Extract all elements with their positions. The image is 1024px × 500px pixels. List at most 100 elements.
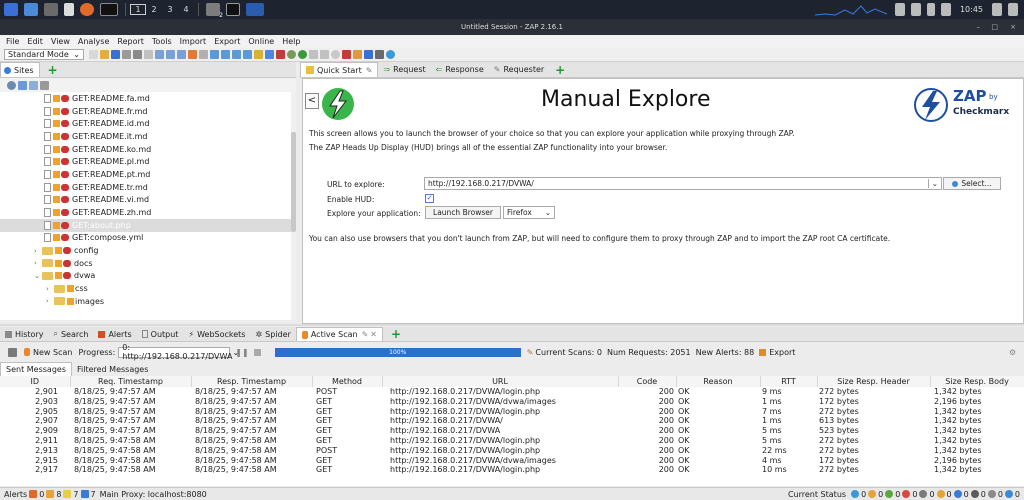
tab-active-scan[interactable]: Active Scan ✎ ✕ (295, 327, 383, 341)
table-row[interactable]: 2,911 8/18/25, 9:47:58 AM 8/18/25, 9:47:58… (0, 436, 1024, 446)
add-tab-icon[interactable]: + (555, 63, 565, 77)
tree-request[interactable]: GET:compose.yml (0, 232, 296, 245)
layout-5-icon[interactable] (221, 50, 230, 59)
files-icon[interactable] (44, 3, 58, 16)
table-row[interactable]: 2,915 8/18/25, 9:47:58 AM 8/18/25, 9:47:58… (0, 456, 1024, 466)
continue-icon[interactable] (320, 50, 329, 59)
maximize-icon[interactable]: □ (991, 19, 998, 35)
breakpoint-icon[interactable] (342, 50, 351, 59)
menu-export[interactable]: Export (214, 37, 240, 46)
tree-request[interactable]: GET:README.id.md (0, 117, 296, 130)
context-icon[interactable] (265, 50, 274, 59)
close-icon[interactable]: × (1010, 19, 1016, 35)
layout-6-icon[interactable] (232, 50, 241, 59)
notification-bell-icon[interactable] (926, 3, 935, 16)
chevron-down-icon[interactable]: ⌄ (927, 179, 941, 188)
gear-icon[interactable]: ⚙ (1009, 348, 1016, 357)
column-header[interactable]: RTT (760, 376, 818, 387)
mode-select[interactable]: Standard Mode ⌄ (4, 49, 84, 60)
layout-2-icon[interactable] (166, 50, 175, 59)
menu-tools[interactable]: Tools (152, 37, 172, 46)
zap-window-task-icon[interactable] (246, 3, 264, 16)
menu-report[interactable]: Report (117, 37, 144, 46)
tab-sent-messages[interactable]: Sent Messages (0, 362, 72, 376)
scan-list-icon[interactable] (8, 347, 17, 357)
desktop-icon[interactable] (24, 3, 38, 16)
pause-icon[interactable]: ❚❚ (235, 348, 248, 357)
tab-spider[interactable]: ✲ Spider (250, 327, 295, 341)
column-header[interactable]: Resp. Timestamp (191, 376, 313, 387)
scan-policy-icon[interactable] (254, 50, 263, 59)
menu-view[interactable]: View (51, 37, 70, 46)
tab-search[interactable]: ⌕ Search (48, 327, 93, 341)
tab-response[interactable]: ⇐ Response (431, 62, 489, 77)
table-row[interactable]: 2,903 8/18/25, 9:47:57 AM 8/18/25, 9:47:57… (0, 397, 1024, 407)
export-button[interactable]: Export (759, 348, 795, 357)
workspace-1[interactable]: 1 (130, 4, 146, 15)
tree-folder[interactable]: › css (0, 282, 296, 295)
workspace-2[interactable]: 2 (146, 5, 162, 14)
tab-requester[interactable]: ✎ Requester (489, 62, 549, 77)
help-icon[interactable] (386, 50, 395, 59)
column-header[interactable]: URL (382, 376, 619, 387)
stop-icon[interactable] (253, 348, 261, 356)
filter-icon[interactable] (40, 80, 49, 90)
sites-scroll-thumb[interactable] (291, 132, 296, 232)
terminal-task-icon[interactable] (226, 3, 240, 16)
table-row[interactable]: 2,907 8/18/25, 9:47:57 AM 8/18/25, 9:47:57… (0, 416, 1024, 426)
layout-4-icon[interactable] (210, 50, 219, 59)
menu-help[interactable]: Help (282, 37, 300, 46)
spider-icon[interactable] (276, 50, 285, 59)
column-header[interactable]: ID (0, 376, 71, 387)
hud-icon[interactable] (364, 50, 373, 59)
menu-file[interactable]: File (6, 37, 19, 46)
globe-icon[interactable] (287, 50, 296, 59)
column-header[interactable]: Size Resp. Header (817, 376, 931, 387)
chevron-right-icon[interactable]: › (46, 285, 54, 293)
open-session-icon[interactable] (100, 50, 109, 59)
tree-request[interactable]: GET:README.it.md (0, 130, 296, 143)
kali-menu-icon[interactable] (4, 3, 18, 16)
document-icon[interactable] (64, 3, 74, 16)
tree-folder[interactable]: › docs (0, 257, 296, 270)
workspace-3[interactable]: 3 (162, 5, 178, 14)
launch-browser-button[interactable]: Launch Browser (425, 206, 501, 219)
options-icon[interactable] (144, 50, 153, 59)
tree-request[interactable]: GET:about.php (0, 218, 296, 232)
tree-request[interactable]: GET:README.zh.md (0, 206, 296, 219)
firefox-icon[interactable] (80, 3, 94, 16)
column-header[interactable]: Code (618, 376, 677, 387)
url-input[interactable]: http://192.168.0.217/DVWA/⌄ (424, 177, 942, 190)
tree-folder[interactable]: › images (0, 295, 296, 308)
tree-request[interactable]: GET:README.pt.md (0, 168, 296, 181)
display-icon[interactable] (894, 3, 905, 16)
snapshot-icon[interactable] (122, 50, 131, 59)
table-row[interactable]: 2,917 8/18/25, 9:47:58 AM 8/18/25, 9:47:58… (0, 465, 1024, 475)
add-tab-icon[interactable]: + (48, 63, 58, 77)
minimize-icon[interactable]: – (977, 19, 981, 35)
back-button[interactable]: < (305, 93, 319, 109)
terminal-icon[interactable] (100, 3, 118, 16)
select-url-button[interactable]: Select... (943, 177, 1001, 190)
tab-websockets[interactable]: ⚡ WebSockets (183, 327, 250, 341)
power-icon[interactable] (1008, 3, 1018, 16)
fuzzer-icon[interactable] (375, 50, 384, 59)
table-row[interactable]: 2,909 8/18/25, 9:47:57 AM 8/18/25, 9:47:57… (0, 426, 1024, 436)
tab-alerts[interactable]: Alerts (93, 327, 136, 341)
expand-sites-icon[interactable] (199, 50, 208, 59)
battery-icon[interactable] (940, 3, 951, 16)
tree-folder[interactable]: › config (0, 244, 296, 257)
break-on-requests-icon[interactable] (298, 50, 307, 59)
chevron-right-icon[interactable]: › (46, 297, 54, 305)
column-header[interactable]: Method (312, 376, 383, 387)
add-tab-icon[interactable]: + (391, 327, 401, 341)
link-icon[interactable] (29, 80, 38, 90)
layout-7-icon[interactable] (243, 50, 252, 59)
tree-request[interactable]: GET:README.tr.md (0, 181, 296, 194)
column-header[interactable]: Req. Timestamp (70, 376, 192, 387)
pin-icon[interactable]: ✎ (366, 66, 373, 75)
menu-analyse[interactable]: Analyse (78, 37, 110, 46)
chevron-right-icon[interactable]: › (34, 259, 42, 267)
scripts-icon[interactable] (353, 50, 362, 59)
tab-history[interactable]: History (0, 327, 48, 341)
